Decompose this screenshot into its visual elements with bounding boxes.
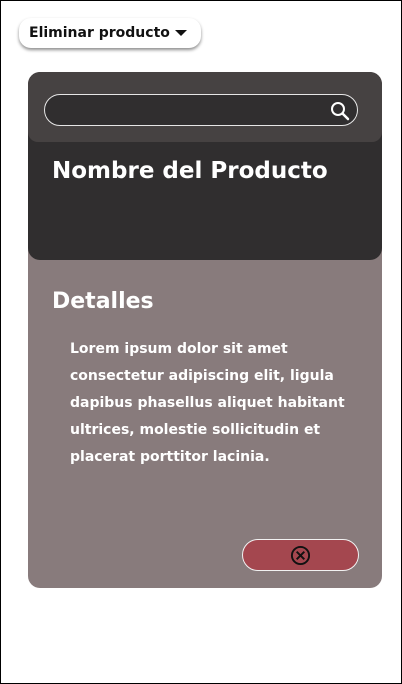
details-description: Lorem ipsum dolor sit amet consectetur a… bbox=[70, 341, 345, 465]
search-input[interactable] bbox=[44, 94, 358, 126]
remove-product-button[interactable] bbox=[242, 539, 359, 571]
chevron-down-icon[interactable] bbox=[175, 30, 187, 36]
eliminar-producto-dropdown[interactable]: Eliminar producto bbox=[19, 18, 201, 48]
close-circle-icon bbox=[290, 545, 311, 565]
search-icon[interactable] bbox=[330, 101, 350, 121]
product-name: Nombre del Producto bbox=[52, 158, 328, 184]
dropdown-label: Eliminar producto bbox=[29, 25, 170, 41]
product-card-header: Nombre del Producto bbox=[28, 72, 382, 260]
app-frame: Eliminar producto Nombre del Producto De… bbox=[0, 0, 402, 684]
product-card: Nombre del Producto Detalles Lorem ipsum… bbox=[28, 72, 382, 588]
details-heading: Detalles bbox=[52, 289, 154, 314]
search-bar bbox=[28, 72, 382, 142]
